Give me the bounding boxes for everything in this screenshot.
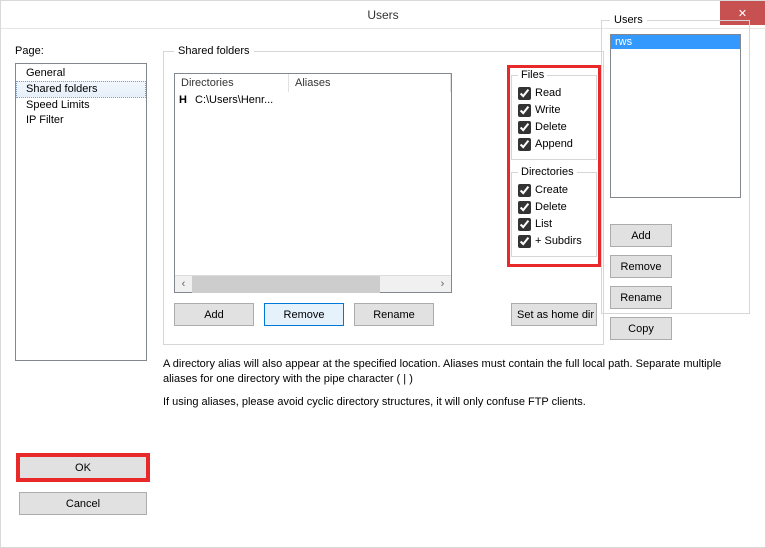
dialog-content: Page: General Shared folders Speed Limit… (1, 29, 765, 428)
users-dialog: Users ✕ Page: General Shared folders Spe… (0, 0, 766, 548)
perm-dir-delete[interactable]: Delete (518, 199, 590, 216)
files-legend: Files (518, 69, 547, 81)
perm-dir-delete-checkbox[interactable] (518, 201, 531, 214)
shared-rename-button[interactable]: Rename (354, 303, 434, 326)
nav-item-speed-limits[interactable]: Speed Limits (16, 98, 146, 113)
users-group: Users rws Add Remove Rename Copy (601, 14, 750, 314)
perm-read[interactable]: Read (518, 85, 590, 102)
perm-write-checkbox[interactable] (518, 104, 531, 117)
help-line-1: A directory alias will also appear at th… (163, 357, 733, 387)
perm-append-checkbox[interactable] (518, 138, 531, 151)
help-text: A directory alias will also appear at th… (163, 357, 733, 410)
perm-list[interactable]: List (518, 216, 590, 233)
shared-buttons: Add Remove Rename (174, 303, 434, 326)
cancel-button[interactable]: Cancel (19, 492, 147, 515)
list-item[interactable]: rws (611, 35, 740, 49)
nav-item-shared-folders[interactable]: Shared folders (16, 81, 146, 98)
scroll-thumb[interactable] (192, 276, 380, 293)
page-label: Page: (15, 45, 147, 57)
page-nav[interactable]: General Shared folders Speed Limits IP F… (15, 63, 147, 361)
users-remove-button[interactable]: Remove (610, 255, 672, 278)
horizontal-scrollbar[interactable]: ‹ › (175, 275, 451, 292)
users-buttons: Add Remove Rename Copy (610, 224, 741, 340)
dirs-legend: Directories (518, 166, 577, 178)
directories-header: Directories Aliases (175, 74, 451, 93)
directories-table[interactable]: Directories Aliases H C:\Users\Henr... ‹… (174, 73, 452, 293)
ok-button[interactable]: OK (19, 456, 147, 479)
users-add-button[interactable]: Add (610, 224, 672, 247)
scroll-left-icon[interactable]: ‹ (175, 276, 192, 293)
help-line-2: If using aliases, please avoid cyclic di… (163, 395, 733, 410)
perm-delete-checkbox[interactable] (518, 121, 531, 134)
perm-create[interactable]: Create (518, 182, 590, 199)
perm-delete[interactable]: Delete (518, 119, 590, 136)
perm-append[interactable]: Append (518, 136, 590, 153)
directories-rows: H C:\Users\Henr... (175, 93, 451, 292)
table-row[interactable]: H C:\Users\Henr... (175, 93, 451, 107)
permissions-panel: Files Read Write Delete Append Directori… (511, 69, 597, 263)
shared-add-button[interactable]: Add (174, 303, 254, 326)
scroll-track[interactable] (192, 276, 434, 293)
dialog-buttons: OK Cancel (19, 456, 147, 515)
directory-path: C:\Users\Henr... (195, 94, 291, 106)
nav-item-general[interactable]: General (16, 66, 146, 81)
users-legend: Users (610, 14, 647, 26)
col-directories[interactable]: Directories (175, 74, 289, 92)
col-aliases[interactable]: Aliases (289, 74, 451, 92)
shared-legend: Shared folders (174, 45, 254, 57)
home-flag: H (179, 94, 191, 106)
shared-folders-group: Shared folders Directories Aliases H C:\… (163, 45, 604, 345)
dirs-permissions: Directories Create Delete List + Subdirs (511, 166, 597, 257)
perm-list-checkbox[interactable] (518, 218, 531, 231)
users-list[interactable]: rws (610, 34, 741, 198)
perm-subdirs-checkbox[interactable] (518, 235, 531, 248)
perm-create-checkbox[interactable] (518, 184, 531, 197)
left-column: Page: General Shared folders Speed Limit… (15, 45, 147, 418)
window-title: Users (367, 8, 398, 22)
shared-remove-button[interactable]: Remove (264, 303, 344, 326)
scroll-right-icon[interactable]: › (434, 276, 451, 293)
perm-subdirs[interactable]: + Subdirs (518, 233, 590, 250)
perm-write[interactable]: Write (518, 102, 590, 119)
set-home-dir-button[interactable]: Set as home dir (511, 303, 597, 326)
nav-item-ip-filter[interactable]: IP Filter (16, 113, 146, 128)
users-rename-button[interactable]: Rename (610, 286, 672, 309)
users-copy-button[interactable]: Copy (610, 317, 672, 340)
files-permissions: Files Read Write Delete Append (511, 69, 597, 160)
perm-read-checkbox[interactable] (518, 87, 531, 100)
